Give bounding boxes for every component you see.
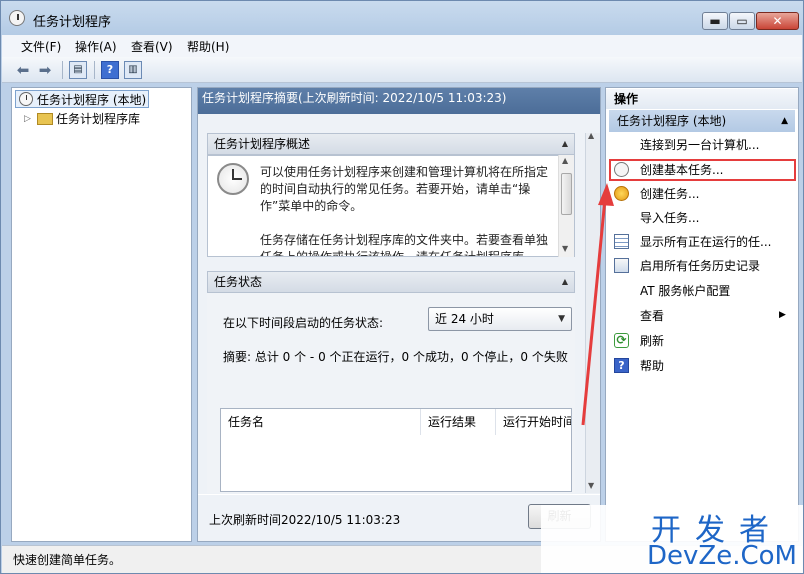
annotation-arrow <box>581 183 614 426</box>
watermark-text: DevZe.CoM <box>647 541 797 571</box>
watermark: 开发者 DevZe.CoM <box>541 505 803 573</box>
task-scheduler-window: 任务计划程序 ▬ ▭ ✕ 文件(F) 操作(A) 查看(V) 帮助(H) ⬅ ➡… <box>0 0 804 574</box>
status-text: 快速创建简单任务。 <box>13 553 122 567</box>
